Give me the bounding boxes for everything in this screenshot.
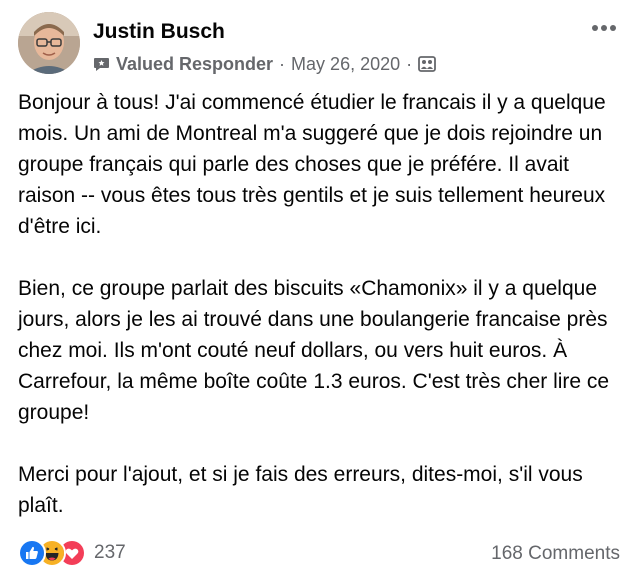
post-paragraph: Bonjour à tous! J'ai commencé étudier le… xyxy=(18,91,606,238)
badge-label: Valued Responder xyxy=(116,53,274,74)
more-options-button[interactable] xyxy=(590,18,618,38)
meta-separator: · xyxy=(279,53,286,74)
avatar[interactable] xyxy=(18,12,80,74)
post-paragraph: Merci pour l'ajout, et si je fais des er… xyxy=(18,463,583,517)
reactions-summary[interactable]: 237 xyxy=(18,539,126,567)
post-footer: 237 168 Comments xyxy=(18,536,622,570)
author-name[interactable]: Justin Busch xyxy=(93,20,225,44)
comments-link[interactable]: 168 Comments xyxy=(491,543,620,565)
post-header: Justin Busch Valued Responder · May 26, … xyxy=(18,12,622,74)
post-paragraph: Bien, ce groupe parlait des biscuits «Ch… xyxy=(18,277,610,424)
post-card: Justin Busch Valued Responder · May 26, … xyxy=(0,0,640,581)
reaction-count: 237 xyxy=(94,542,126,563)
group-audience-icon[interactable] xyxy=(418,56,437,72)
like-icon xyxy=(18,539,46,567)
badge-icon xyxy=(93,56,110,73)
post-body: Bonjour à tous! J'ai commencé étudier le… xyxy=(18,87,624,552)
post-meta: Valued Responder · May 26, 2020 · xyxy=(93,52,437,76)
post-date[interactable]: May 26, 2020 xyxy=(291,54,400,75)
meta-separator: · xyxy=(406,53,413,74)
more-options-icon xyxy=(592,25,616,31)
